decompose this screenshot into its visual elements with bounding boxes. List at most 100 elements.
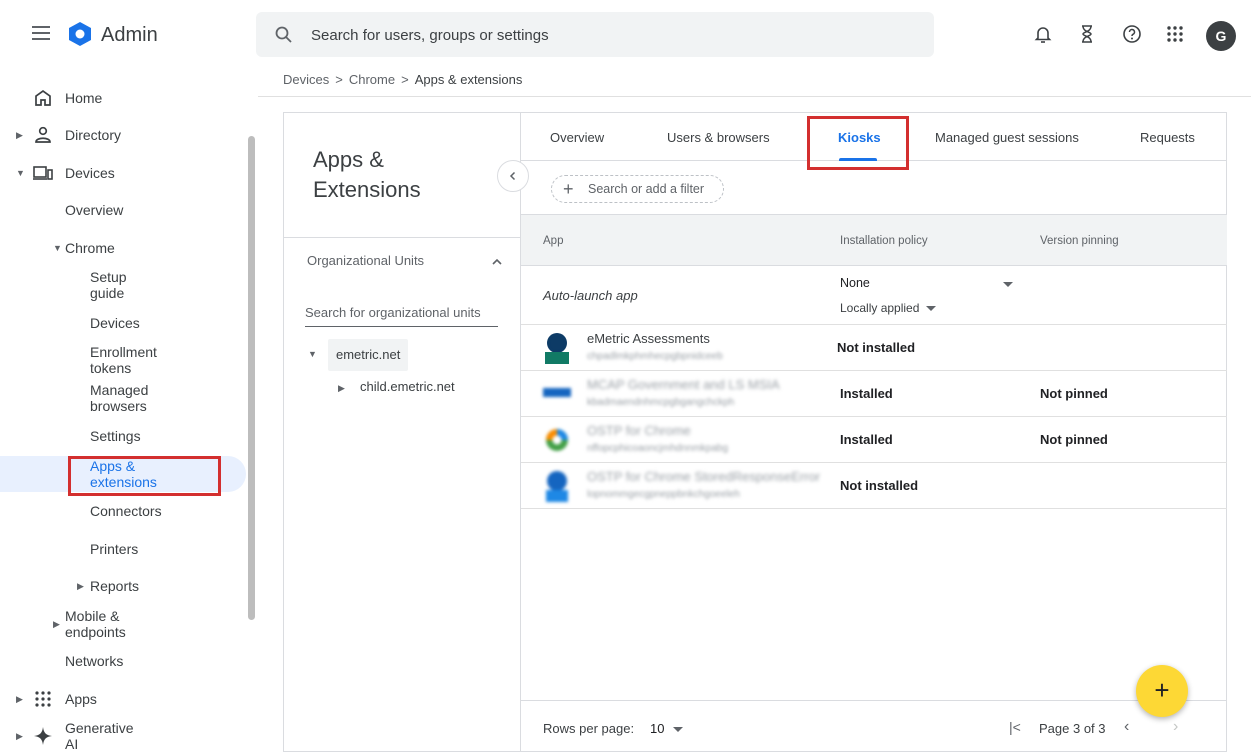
sidebar-item-label: Managed browsers [90, 382, 149, 414]
dropdown-arrow-icon[interactable] [926, 306, 936, 311]
first-page-icon[interactable]: |< [1009, 719, 1021, 735]
apps-grid-icon [35, 691, 51, 707]
chevron-left-icon [509, 171, 516, 181]
caret-right-icon[interactable]: ▶ [53, 619, 60, 630]
admin-logo-icon[interactable] [66, 20, 94, 48]
column-header-installation-policy[interactable]: Installation policy [840, 235, 928, 247]
sidebar-item-label: Settings [90, 428, 141, 444]
sidebar-item-label: Networks [65, 653, 124, 669]
sidebar-scrollbar[interactable] [248, 136, 255, 620]
search-input[interactable]: Search for users, groups or settings [311, 27, 549, 44]
caret-right-icon[interactable]: ▶ [77, 581, 84, 592]
top-bar: Admin Search for users, groups or settin… [0, 0, 1251, 70]
auto-launch-label: Auto-launch app [543, 288, 638, 303]
bell-icon[interactable] [1032, 23, 1054, 45]
kiosk-apps-pane: Overview Users & browsers Kiosks Managed… [521, 113, 1227, 751]
caret-right-icon[interactable]: ▶ [16, 694, 23, 705]
app-name: OSTP for Chrome [587, 423, 691, 438]
sidebar-item-label: Apps [65, 691, 97, 707]
breadcrumb-separator: > [401, 72, 409, 87]
table-row[interactable]: eMetric Assessments chpadlmkphmhecpgbpni… [521, 325, 1227, 371]
home-icon [35, 89, 51, 106]
filter-chip[interactable]: + Search or add a filter [551, 175, 724, 203]
sidebar-item-label: Generative AI [65, 720, 134, 752]
installation-policy: Not installed [840, 478, 919, 493]
column-header-version-pinning[interactable]: Version pinning [1040, 235, 1119, 247]
sidebar-item-label: Chrome [65, 240, 115, 256]
help-icon[interactable] [1121, 23, 1143, 45]
caret-down-icon[interactable]: ▼ [16, 168, 25, 178]
avatar[interactable]: G [1206, 21, 1236, 51]
breadcrumb: Devices > Chrome > Apps & extensions [283, 72, 522, 87]
breadcrumb-item-devices[interactable]: Devices [283, 72, 329, 87]
column-header-app[interactable]: App [543, 235, 563, 247]
installation-policy: Not installed [837, 340, 916, 355]
caret-down-icon[interactable]: ▼ [308, 349, 317, 359]
org-units-search-input[interactable]: Search for organizational units [305, 305, 498, 327]
tab-requests[interactable]: Requests [1140, 130, 1195, 145]
sparkle-icon [34, 727, 52, 745]
app-icon-ostp-stored [546, 471, 568, 502]
auto-launch-select[interactable]: None [840, 276, 870, 290]
dropdown-arrow-icon[interactable] [673, 727, 683, 732]
sidebar-item-label: Setup guide [90, 269, 127, 301]
app-icon-emetric [545, 333, 569, 364]
app-icon-mcap [543, 388, 571, 397]
caret-right-icon[interactable]: ▶ [16, 130, 23, 141]
auto-launch-row: Auto-launch app None Locally applied [521, 266, 1227, 325]
app-id: lopnommgecgpneppbnkchgoeeleh [587, 489, 740, 500]
plus-icon: + [563, 179, 574, 199]
pagination-bar: Rows per page: 10 |< Page 3 of 3 ‹ › [521, 700, 1227, 752]
main-card: Apps & Extensions Organizational Units S… [283, 112, 1227, 752]
app-id: chpadlmkphmhecpgbpnidceeb [587, 351, 723, 362]
page-indicator: Page 3 of 3 [1039, 721, 1106, 736]
sidebar-item-label: Enrollment tokens [90, 344, 157, 376]
app-name: eMetric Assessments [587, 331, 710, 346]
org-unit-child[interactable]: child.emetric.net [360, 379, 455, 394]
version-pinning: Not pinned [1040, 386, 1108, 401]
highlight-box-apps-extensions [68, 456, 221, 496]
app-icon-ostp [546, 429, 568, 451]
search-bar[interactable]: Search for users, groups or settings [256, 12, 934, 57]
divider [284, 237, 520, 238]
hourglass-icon[interactable] [1076, 23, 1098, 45]
sidebar-item-label: Directory [65, 127, 122, 143]
highlight-box-kiosks [807, 116, 909, 170]
menu-icon[interactable] [32, 26, 50, 40]
tab-users-browsers[interactable]: Users & browsers [667, 130, 770, 145]
table-row[interactable]: MCAP Government and LS MSIA kbadmaendnhm… [521, 371, 1227, 417]
tab-overview[interactable]: Overview [550, 130, 604, 145]
sidebar-item-label: Home [65, 90, 103, 106]
caret-right-icon[interactable]: ▶ [16, 731, 23, 742]
apps-grid-icon[interactable] [1164, 23, 1186, 45]
org-unit-root[interactable]: emetric.net [328, 339, 408, 371]
table-row[interactable]: OSTP for Chrome StoredResponseError lopn… [521, 463, 1227, 509]
collapse-pane-button[interactable] [497, 160, 529, 192]
previous-page-icon[interactable]: ‹ [1124, 718, 1129, 736]
caret-right-icon[interactable]: ▶ [338, 383, 345, 394]
filter-input[interactable]: Search or add a filter [588, 182, 704, 196]
chevron-up-icon[interactable] [490, 255, 504, 269]
sidebar-item-label: Devices [90, 315, 140, 331]
sidebar-item-label: Devices [65, 165, 115, 181]
dropdown-arrow-icon[interactable] [1003, 282, 1013, 287]
next-page-icon[interactable]: › [1173, 718, 1178, 736]
add-fab-button[interactable]: + [1136, 665, 1188, 717]
app-name: MCAP Government and LS MSIA [587, 377, 780, 392]
brand-title[interactable]: Admin [101, 24, 158, 47]
sidebar-item-label: Printers [90, 541, 139, 557]
caret-down-icon[interactable]: ▼ [53, 243, 62, 253]
breadcrumb-separator: > [335, 72, 343, 87]
person-icon [35, 126, 51, 143]
org-units-pane: Apps & Extensions Organizational Units S… [284, 113, 521, 752]
locally-applied-label[interactable]: Locally applied [840, 301, 919, 315]
table-row[interactable]: OSTP for Chrome nffopcphicoaoncjmhdnnmkp… [521, 417, 1227, 463]
rows-per-page-select[interactable]: 10 [650, 721, 664, 736]
sidebar-item-label: Mobile & endpoints [65, 608, 126, 640]
breadcrumb-item-chrome[interactable]: Chrome [349, 72, 395, 87]
search-icon [275, 26, 292, 43]
sidebar-item-label: Connectors [90, 503, 162, 519]
table-header: App Installation policy Version pinning [521, 214, 1227, 266]
tab-managed-guest-sessions[interactable]: Managed guest sessions [935, 130, 1079, 145]
breadcrumb-item-current: Apps & extensions [414, 72, 523, 87]
